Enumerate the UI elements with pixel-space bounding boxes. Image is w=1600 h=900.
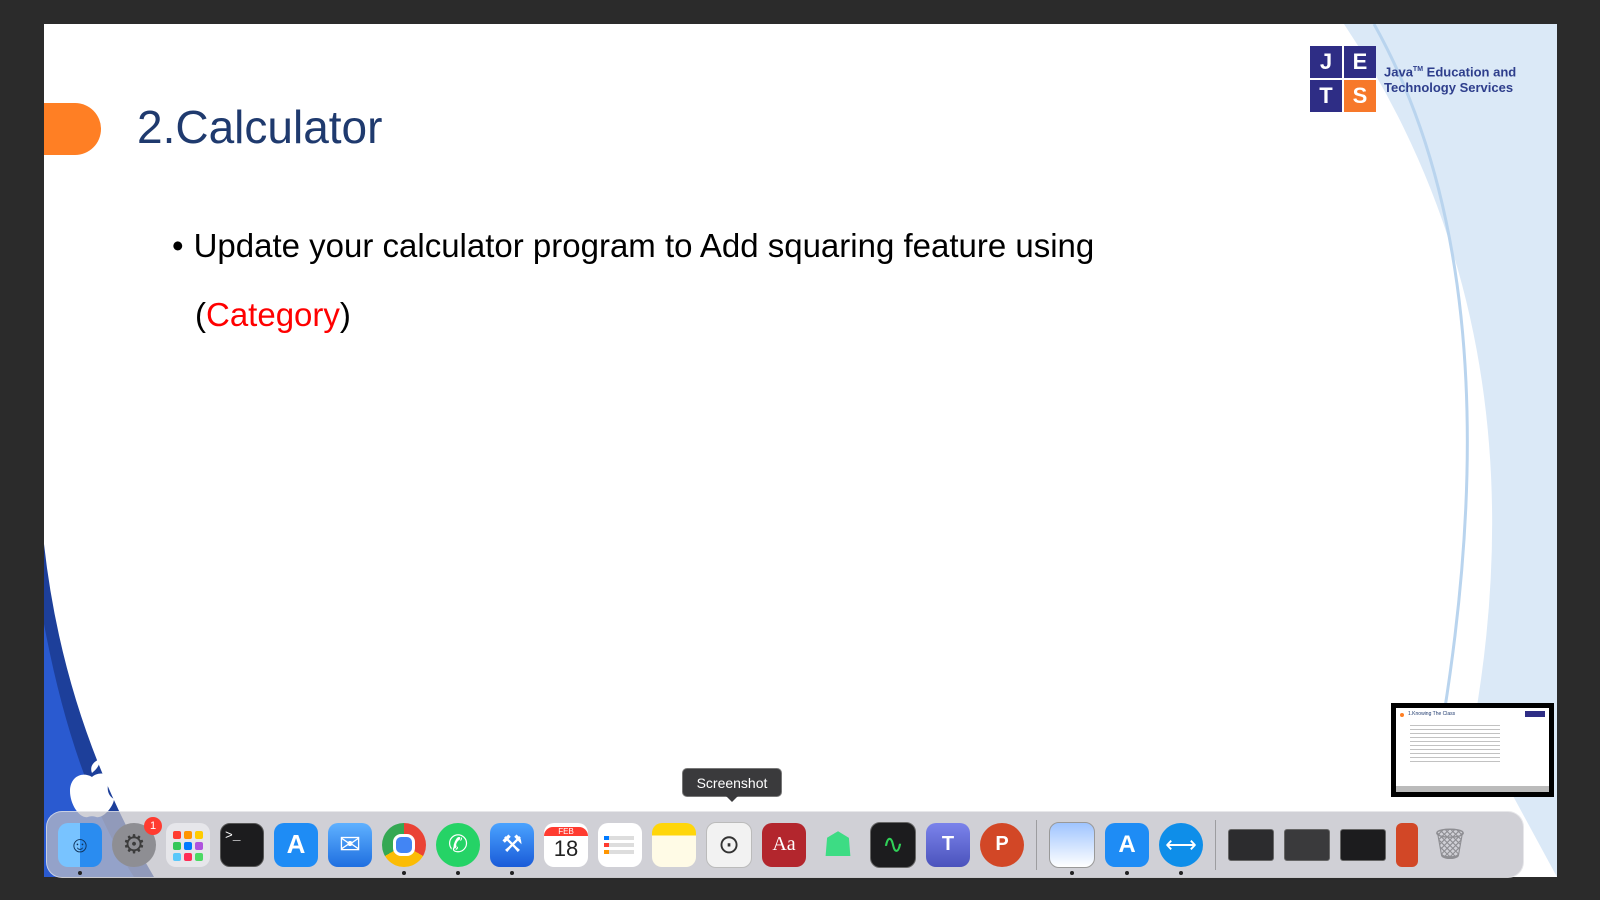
xcode-icon[interactable]: ⚒ (490, 822, 534, 875)
running-indicator (1125, 870, 1129, 875)
whatsapp-icon[interactable]: ✆ (436, 822, 480, 875)
logo-java: Java (1384, 64, 1413, 80)
bullet-glyph: • (172, 227, 184, 264)
phone-thumbnail-icon[interactable] (1396, 822, 1418, 867)
reminders-icon[interactable] (598, 822, 642, 867)
jets-logo: J E T S JavaTM Education and Technology … (1310, 46, 1516, 112)
dock-separator (1036, 819, 1037, 870)
notification-badge: 1 (144, 816, 162, 835)
thumbnail-title: 1.Knowing The Class (1408, 711, 1456, 717)
android-icon[interactable]: ☗ (816, 823, 860, 867)
running-indicator (402, 870, 406, 875)
logo-letter-s: S (1344, 80, 1376, 112)
slide-title[interactable]: 2.Calculator (137, 100, 382, 154)
chrome-icon[interactable] (382, 822, 426, 875)
simulator-glyph: A (1118, 830, 1136, 858)
logo-mark: J E T S (1310, 46, 1376, 112)
thumbnail-text-lines (1410, 722, 1500, 762)
bullet-item[interactable]: • Update your calculator program to Add … (172, 227, 1094, 265)
paren-close: ) (339, 296, 351, 333)
logo-line1-rest: Education and (1423, 64, 1517, 80)
terminal-icon[interactable]: >_ (220, 822, 264, 867)
logo-text: JavaTM Education and Technology Services (1384, 62, 1516, 96)
logo-letter-j: J (1310, 46, 1342, 78)
running-indicator (1070, 870, 1074, 875)
notes-icon[interactable] (652, 822, 696, 867)
xcode-glyph: ⚒ (501, 831, 523, 858)
camera-icon[interactable]: ⊙ (706, 821, 752, 868)
powerpoint-icon[interactable]: P (980, 822, 1024, 867)
running-indicator (456, 870, 460, 875)
thumbnail-accent (1400, 713, 1404, 717)
dock-separator (1215, 819, 1216, 870)
teams-icon[interactable]: T (926, 822, 970, 867)
teamviewer-icon[interactable]: ⟷ (1159, 822, 1203, 875)
whatsapp-glyph: ✆ (447, 831, 469, 858)
finder-icon[interactable]: ☺ (58, 822, 102, 875)
preview-icon[interactable] (1049, 821, 1095, 875)
paren-open: ( (195, 296, 206, 333)
thumbnail-preview: 1.Knowing The Class (1396, 708, 1549, 792)
bullet-text: Update your calculator program to Add sq… (193, 227, 1095, 264)
logo-tm: TM (1412, 65, 1424, 73)
dock: ☺ ⚙ 1 >_ A ✉ ✆ ⚒ FEB 18 ⊙ Aa ☗ ∿ T P A ⟷… (46, 811, 1524, 878)
thumbnail-dock (1396, 786, 1549, 792)
logo-letter-t: T (1310, 80, 1342, 112)
calendar-day: 18 (553, 836, 579, 861)
logo-line2: Technology Services (1384, 80, 1514, 96)
bullet-continuation[interactable]: (Category) (195, 296, 351, 334)
screenshot-thumbnail[interactable]: 1.Knowing The Class (1391, 703, 1554, 797)
thumbnail-logo (1525, 711, 1545, 717)
mail-icon[interactable]: ✉ (328, 822, 372, 867)
launchpad-grid-icon[interactable] (166, 822, 210, 867)
running-indicator (78, 870, 82, 875)
settings-gear-icon[interactable]: ⚙ 1 (112, 816, 162, 867)
calendar-month: FEB (544, 827, 588, 836)
logo-letter-e: E (1344, 46, 1376, 78)
window-thumbnail-icon[interactable] (1228, 828, 1274, 861)
activity-monitor-icon[interactable]: ∿ (870, 821, 916, 868)
simulator-icon[interactable]: A (1105, 822, 1149, 875)
dictionary-icon[interactable]: Aa (762, 822, 806, 867)
window-thumbnail-icon[interactable] (1284, 828, 1330, 861)
running-indicator (510, 870, 514, 875)
apple-logo-icon (70, 759, 114, 818)
window-thumbnail-icon[interactable] (1340, 828, 1386, 861)
dock-tooltip: Screenshot (682, 768, 782, 802)
trash-icon[interactable]: 🗑 (1428, 823, 1472, 867)
highlight-word: Category (206, 296, 340, 333)
running-indicator (1179, 870, 1183, 875)
title-accent-bar (44, 103, 101, 155)
teamviewer-glyph: ⟷ (1165, 831, 1197, 857)
slide-canvas: 2.Calculator • Update your calculator pr… (44, 24, 1557, 877)
app-store-icon[interactable]: A (274, 822, 318, 867)
calendar-icon[interactable]: FEB 18 (544, 822, 588, 867)
